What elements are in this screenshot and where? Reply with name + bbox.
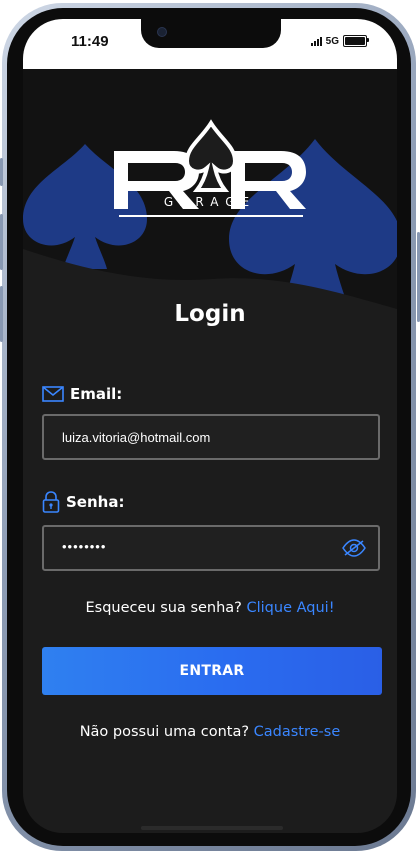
app-screen: 11:49 5G GARAGE Login Email: luiza.vitor… — [23, 19, 397, 833]
notch — [141, 19, 281, 48]
network-type: 5G — [325, 35, 339, 47]
password-label-row: Senha: — [42, 491, 124, 513]
volume-down-button — [0, 286, 3, 342]
volume-up-button — [0, 214, 3, 270]
password-value[interactable]: •••••••• — [62, 539, 106, 554]
signup-row: Não possui uma conta? Cadastre-se — [23, 724, 397, 740]
login-button[interactable]: ENTRAR — [42, 647, 382, 695]
signup-link[interactable]: Cadastre-se — [254, 724, 341, 740]
signup-text: Não possui uma conta? — [79, 724, 250, 740]
email-field[interactable]: luiza.vitoria@hotmail.com — [42, 414, 380, 460]
forgot-password-text: Esqueceu sua senha? — [85, 600, 242, 616]
front-camera-icon — [157, 27, 167, 37]
status-indicators: 5G — [310, 35, 369, 47]
status-bar: 11:49 5G — [23, 19, 397, 69]
mail-icon — [42, 386, 64, 402]
forgot-password-link[interactable]: Clique Aqui! — [247, 600, 335, 616]
email-label-row: Email: — [42, 385, 122, 403]
password-field[interactable]: •••••••• — [42, 525, 380, 571]
lock-icon — [42, 491, 60, 513]
email-value[interactable]: luiza.vitoria@hotmail.com — [62, 430, 210, 445]
logo-subtitle: GARAGE — [163, 195, 257, 209]
home-indicator[interactable] — [141, 826, 283, 830]
mute-switch — [0, 158, 3, 186]
signal-icon — [310, 36, 322, 46]
page-title: Login — [174, 301, 246, 327]
login-button-label: ENTRAR — [179, 663, 245, 679]
password-label: Senha: — [66, 493, 125, 511]
status-time: 11:49 — [71, 33, 109, 50]
eye-off-icon[interactable] — [342, 539, 366, 557]
forgot-password-row: Esqueceu sua senha? Clique Aqui! — [23, 600, 397, 616]
email-label: Email: — [70, 385, 123, 403]
battery-icon — [343, 35, 369, 47]
